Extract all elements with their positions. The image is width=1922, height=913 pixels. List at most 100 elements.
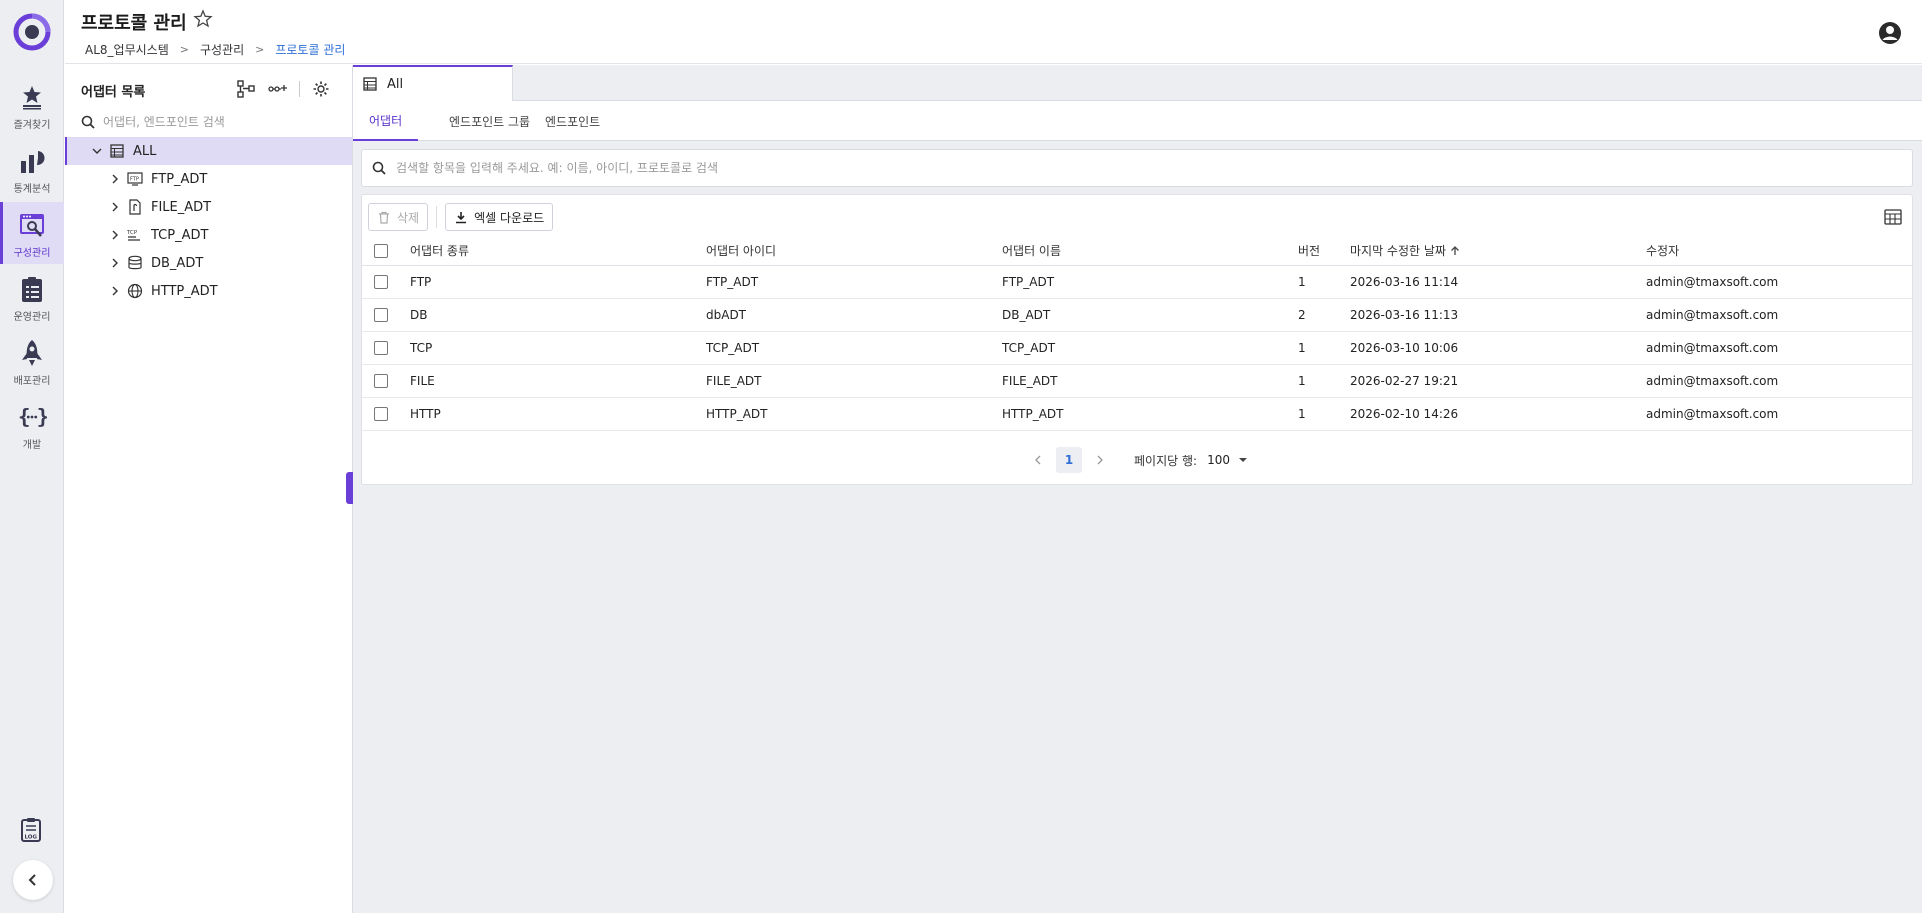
table-row[interactable]: DB dbADT DB_ADT 2 2026-03-16 11:13 admin… [362,298,1912,332]
row-select-cell [362,298,410,332]
tab-endpoint[interactable]: 엔드포인트 [529,101,616,141]
rail-label: 운영관리 [13,312,51,323]
row-checkbox[interactable] [374,274,388,289]
app-logo-icon[interactable] [13,13,51,51]
tree-node-label: FILE_ADT [151,199,212,215]
arrow-up-icon [1450,245,1460,259]
cell-name: HTTP_ADT [1002,397,1298,431]
table-row[interactable]: TCP TCP_ADT TCP_ADT 1 2026-03-10 10:06 a… [362,331,1912,365]
rows-per-page-select[interactable]: 100 [1207,453,1248,467]
chevron-down-icon[interactable] [91,145,103,157]
tree-node-db[interactable]: DB_ADT [65,249,352,277]
tree-node-ftp[interactable]: FTP FTP_ADT [65,165,352,193]
breadcrumb-item[interactable]: 구성관리 [200,41,244,58]
cell-id: TCP_ADT [706,331,1002,365]
chevron-right-icon[interactable] [109,285,121,297]
cell-modified: 2026-03-16 11:14 [1350,265,1646,299]
cell-version: 1 [1298,364,1350,398]
breadcrumb-current[interactable]: 프로토콜 관리 [275,41,345,58]
tree-node-file[interactable]: FILE_ADT [65,193,352,221]
gear-icon[interactable] [310,78,332,100]
table-row[interactable]: FTP FTP_ADT FTP_ADT 1 2026-03-16 11:14 a… [362,265,1912,299]
adapter-grid: 삭제 엑셀 다운로드 어댑터 종류 어댑터 아이디 어댑터 이름 버전 마지막 … [361,194,1913,485]
column-header[interactable]: 어댑터 종류 [410,237,706,266]
column-settings-icon[interactable] [1884,208,1904,228]
row-checkbox[interactable] [374,406,388,421]
user-account-icon[interactable] [1878,21,1902,45]
ftp-icon: FTP [127,171,143,187]
breadcrumb-item[interactable]: AL8_업무시스템 [85,41,169,58]
pagination: 1 페이지당 행: 100 [362,445,1912,475]
rail-item-dev[interactable]: {} 개발 [0,394,64,456]
prev-page-button[interactable] [1026,448,1050,472]
main-content: All 어댑터 엔드포인트 그룹 엔드포인트 삭제 엑셀 다운로드 [353,65,1922,913]
svg-text:FTP: FTP [130,177,139,183]
cell-type: TCP [410,331,706,365]
cell-version: 1 [1298,397,1350,431]
main-search-input[interactable] [396,161,1876,175]
breadcrumb-separator-icon: > [255,43,265,56]
adapter-table: 어댑터 종류 어댑터 아이디 어댑터 이름 버전 마지막 수정한 날짜 수정자 … [362,237,1912,431]
table-list-icon [109,143,125,159]
excel-download-label: 엑셀 다운로드 [474,210,545,225]
rocket-icon [17,338,47,368]
tree-node-tcp[interactable]: TCP TCP_ADT [65,221,352,249]
chevron-right-icon[interactable] [109,257,121,269]
chevron-right-icon[interactable] [109,229,121,241]
column-header[interactable]: 어댑터 아이디 [706,237,1002,266]
favorite-star-icon[interactable] [193,9,213,29]
collapse-rail-button[interactable] [13,860,53,900]
rail-label: 구성관리 [13,248,51,259]
search-icon [81,115,95,129]
table-body: FTP FTP_ADT FTP_ADT 1 2026-03-16 11:14 a… [362,265,1912,431]
table-row[interactable]: FILE FILE_ADT FILE_ADT 1 2026-02-27 19:2… [362,364,1912,398]
adapter-tree-panel: 어댑터 목록 ALL FTP FTP_ADT FILE_ADT [65,65,353,913]
column-header-sorted[interactable]: 마지막 수정한 날짜 [1350,237,1646,266]
tree-node-label: TCP_ADT [151,227,209,243]
cell-name: FTP_ADT [1002,265,1298,299]
rail-item-deploy[interactable]: 배포관리 [0,330,64,392]
rail-item-config[interactable]: 구성관리 [0,202,64,264]
tree-search-input[interactable] [103,115,323,129]
config-icon [17,210,47,240]
cell-id: FTP_ADT [706,265,1002,299]
table-list-icon [363,77,377,91]
tab-label: All [387,76,404,92]
log-clipboard-icon[interactable]: LOG [18,817,46,845]
excel-download-button[interactable]: 엑셀 다운로드 [445,203,554,231]
file-icon [127,199,143,215]
chevron-left-icon [1035,455,1041,465]
select-all-checkbox[interactable] [374,244,388,258]
table-row[interactable]: HTTP HTTP_ADT HTTP_ADT 1 2026-02-10 14:2… [362,397,1912,431]
page-header: 프로토콜 관리 AL8_업무시스템 > 구성관리 > 프로토콜 관리 [65,0,1922,64]
cell-type: DB [410,298,706,332]
rail-item-favorites[interactable]: 즐겨찾기 [0,74,64,136]
row-select-cell [362,265,410,299]
cell-name: DB_ADT [1002,298,1298,332]
chevron-right-icon[interactable] [109,201,121,213]
add-node-icon[interactable] [267,78,289,100]
tree-toolbar [225,78,332,100]
delete-label: 삭제 [397,210,420,225]
column-header[interactable]: 어댑터 이름 [1002,237,1298,266]
rail-item-operations[interactable]: 운영관리 [0,266,64,328]
row-checkbox[interactable] [374,340,388,355]
chevron-right-icon[interactable] [109,173,121,185]
panel-resize-handle[interactable] [346,472,353,504]
next-page-button[interactable] [1088,448,1112,472]
tree-node-http[interactable]: HTTP_ADT [65,277,352,305]
delete-button[interactable]: 삭제 [368,203,429,231]
column-header[interactable]: 수정자 [1646,237,1912,266]
tree-structure-icon[interactable] [235,78,257,100]
tab-adapter[interactable]: 어댑터 [353,101,419,141]
row-checkbox[interactable] [374,307,388,322]
row-checkbox[interactable] [374,373,388,388]
page-title: 프로토콜 관리 [81,13,187,34]
tree-node-all[interactable]: ALL [65,137,352,165]
rail-item-stats[interactable]: 통계분석 [0,138,64,200]
column-header[interactable]: 버전 [1298,237,1350,266]
page-number[interactable]: 1 [1056,447,1083,473]
search-icon [372,161,386,175]
rows-per-page-value: 100 [1207,453,1230,467]
tab-all[interactable]: All [353,65,513,101]
